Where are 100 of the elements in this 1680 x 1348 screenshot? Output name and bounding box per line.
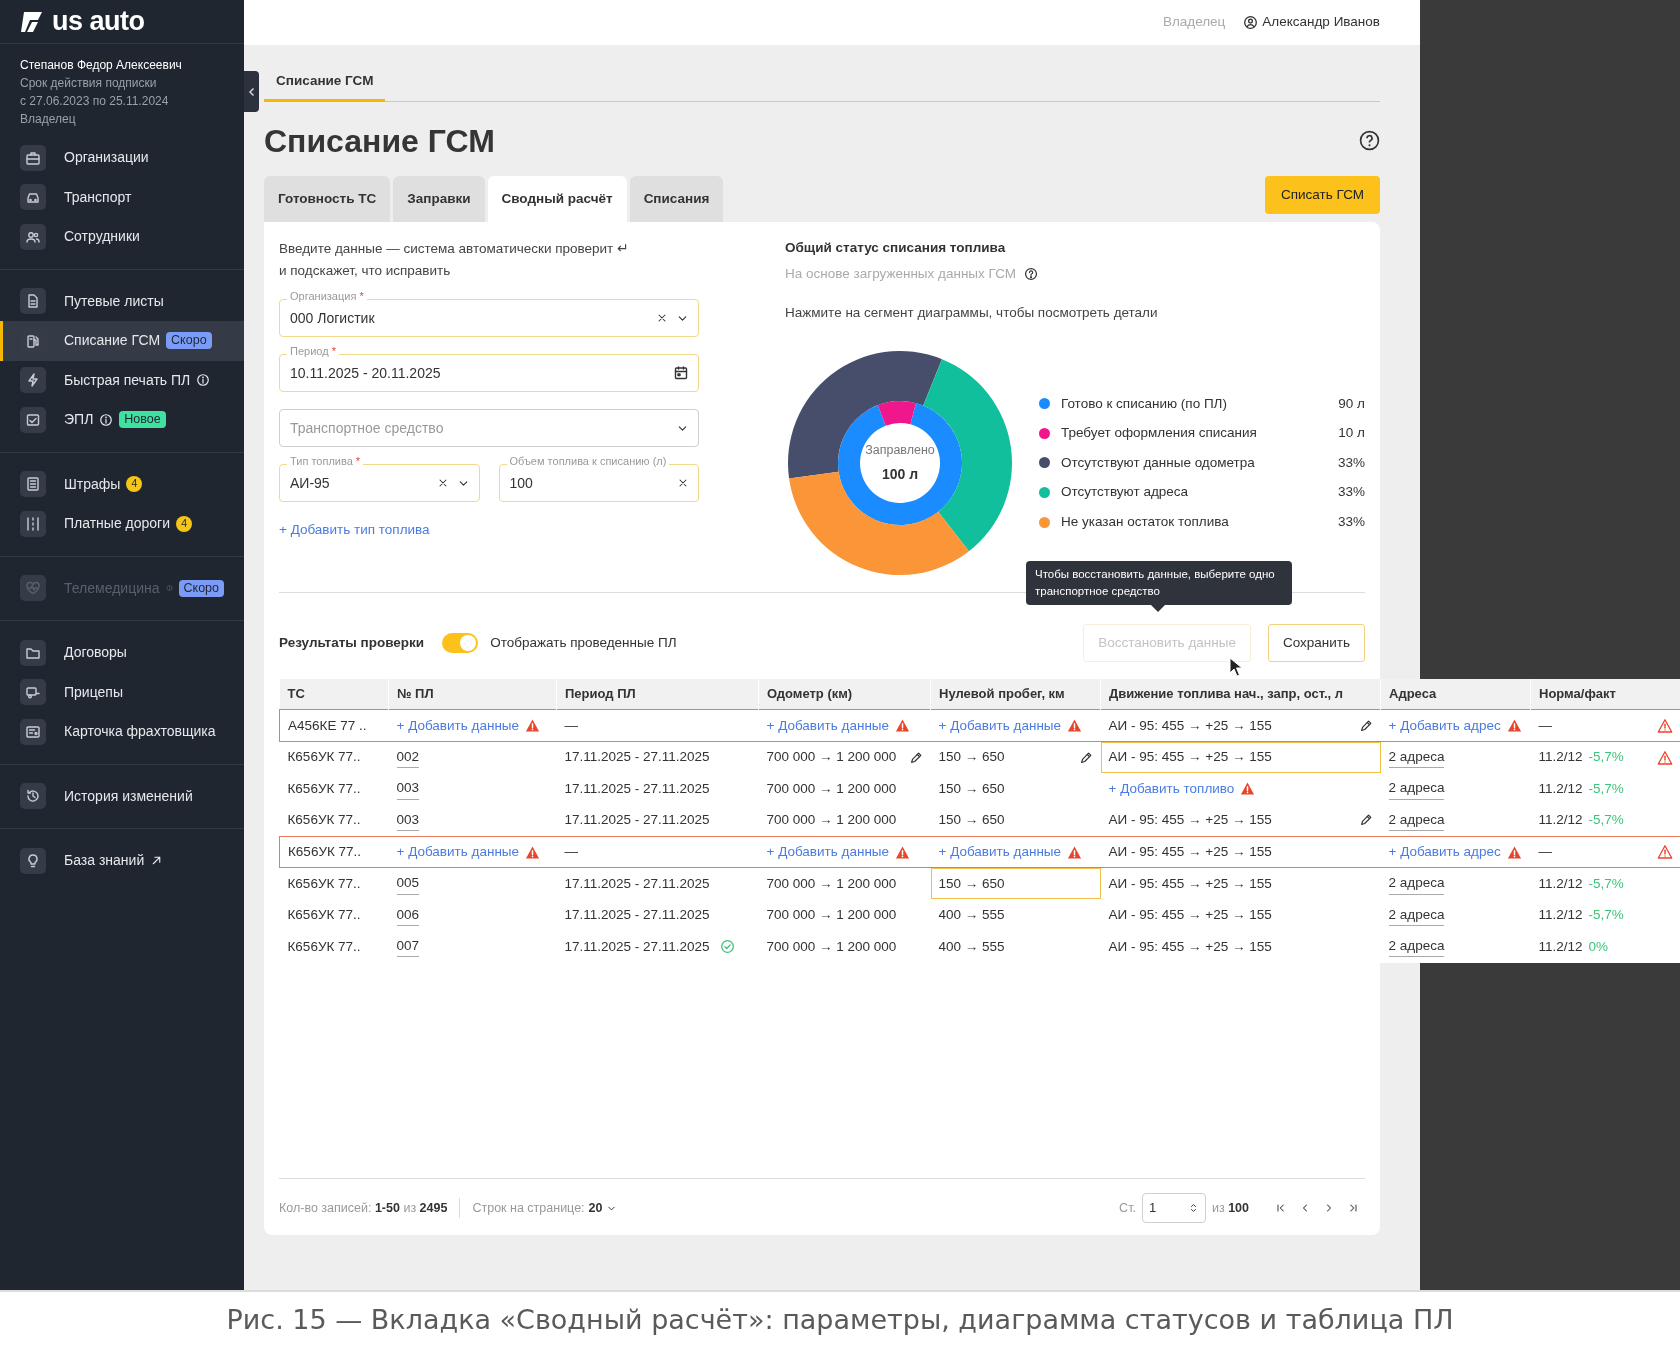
norm-value: 11.2/12 [1538,779,1583,798]
heart-icon [25,580,41,597]
sidebar-item[interactable]: Платные дороги 4 [0,504,244,544]
help-icon[interactable] [1359,130,1380,152]
address-link[interactable]: 2 адреса [1388,904,1445,926]
deviation-value: -5,7% [1588,748,1624,767]
tab[interactable]: Готовность ТС [264,176,391,223]
tab[interactable]: Заправки [393,176,485,223]
checklist-icon [25,411,41,428]
page-size-select[interactable]: 20 [584,1198,618,1218]
sidebar-item[interactable]: Штрафы 4 [0,464,244,504]
write-off-button[interactable]: Списать ГСМ [1264,176,1380,215]
cell-text: К656УК 77.. [288,842,362,861]
deviation-value: -5,7% [1588,811,1624,830]
sidebar-item[interactable]: База знаний [0,841,244,881]
cell-text: 400 → 555 [938,937,1005,956]
legend-label: Не указан остаток топлива [1061,512,1230,531]
donut-segment[interactable] [789,471,969,575]
cell-text: 150 → 650 [938,874,1005,893]
pencil-icon[interactable] [1358,718,1373,733]
add-data-link[interactable]: + Добавить данные [766,841,890,863]
cell-text: 700 000 → 1 200 000 [766,779,897,798]
legend-label: Готово к списанию (по ПЛ) [1061,394,1228,413]
waybill-number-link[interactable]: 002 [396,746,420,769]
waybill-number-link[interactable]: 003 [396,778,420,800]
sidebar-item[interactable]: Быстрая печать ПЛ [0,360,244,400]
add-data-link[interactable]: + Добавить данные [396,715,520,736]
road-icon [25,515,41,532]
legend-value: 33% [1337,453,1365,472]
waybill-number-link[interactable]: 003 [396,809,420,831]
sidebar-item[interactable]: Путевые листы [0,281,244,321]
donut-segment[interactable] [788,350,942,479]
mouse-cursor-icon [1229,656,1243,677]
column-header: Нулевой пробег, км [930,678,1101,710]
cell-text: К656УК 77.. [287,748,361,767]
address-link[interactable]: 2 адреса [1388,778,1445,800]
select-field[interactable]: Транспортное средство [279,409,699,448]
account-name: Степанов Федор Алексеевич [20,57,183,74]
waybill-number-link[interactable]: 007 [396,936,420,958]
sidebar-item[interactable]: Транспорт [0,177,244,217]
records-count: Кол-во записей: 1-50 из 2495 [279,1199,448,1217]
pencil-icon[interactable] [1358,813,1373,828]
tab[interactable]: Сводный расчёт [487,176,627,223]
pencil-icon[interactable] [908,750,923,765]
address-link[interactable]: 2 адреса [1388,873,1445,895]
page-tab[interactable]: Списание ГСМ [264,65,386,103]
account-role: Владелец [20,111,77,128]
sidebar-item[interactable]: Сотрудники [0,217,244,257]
tooltip: Чтобы восстановить данные, выберите одно транспортное средство [1026,560,1292,605]
add-fuel-type-link[interactable]: + Добавить тип топлива [279,522,430,538]
field-label: Объем топлива к списанию (л) [506,455,670,468]
add-data-link[interactable]: + Добавить данные [396,841,520,863]
help-icon[interactable] [1024,266,1039,281]
tooltip-pointer-icon [1150,604,1165,612]
address-link[interactable]: 2 адреса [1388,746,1445,769]
add-data-link[interactable]: + Добавить данные [766,715,890,736]
cell-text: 17.11.2025 - 27.11.2025 [564,874,710,893]
column-header: № ПЛ [388,678,557,710]
column-header: Одометр (км) [758,678,931,710]
cell-text: К656УК 77.. [287,906,361,925]
add-data-link[interactable]: + Добавить данные [938,841,1062,863]
add-data-link[interactable]: + Добавить данные [938,715,1062,736]
add-data-link[interactable]: + Добавить адрес [1388,715,1501,736]
status-tag: Новое [119,411,166,429]
legend-label: Отсутствуют данные одометра [1061,453,1256,472]
save-button[interactable]: Сохранить [1267,623,1365,662]
toggle-switch[interactable] [442,632,479,653]
sidebar-item[interactable]: Организации [0,138,244,178]
sidebar-item[interactable]: Прицепы [0,672,244,712]
sidebar-item[interactable]: Карточка фрахтовщика [0,712,244,752]
pencil-icon[interactable] [1078,750,1093,765]
legend-value: 33% [1337,512,1365,531]
cell-text: АИ - 95: 455 → +25 → 155 [1108,716,1272,735]
cell-text: АИ - 95: 455 → +25 → 155 [1108,937,1272,956]
sidebar-item[interactable]: ЭПЛ Новое [0,400,244,440]
sidebar-item[interactable]: Списание ГСМ Скоро [0,321,244,361]
empty-value: — [1538,716,1552,735]
chart-subtitle: На основе загруженных данных ГСМ [785,264,1017,283]
lightbulb-icon [25,852,41,869]
page-number-field[interactable]: 1 [1141,1193,1206,1223]
user-menu[interactable]: Александр Иванов [1243,12,1380,33]
sidebar-item[interactable]: Договоры [0,633,244,673]
cell-text: АИ - 95: 455 → +25 → 155 [1108,811,1272,830]
waybill-number-link[interactable]: 006 [396,904,420,926]
address-link[interactable]: 2 адреса [1388,936,1445,958]
select-field[interactable]: АИ-95 [279,464,480,503]
cell-text: 150 → 650 [938,779,1005,798]
tab[interactable]: Списания [629,176,724,223]
address-link[interactable]: 2 адреса [1388,809,1445,831]
add-data-link[interactable]: + Добавить топливо [1108,778,1235,799]
subscription-period: с 27.06.2023 по 25.11.2024 [20,93,170,110]
collapse-sidebar-button[interactable] [244,71,259,112]
waybill-number-link[interactable]: 005 [396,873,420,895]
cell-text: 400 → 555 [938,906,1005,925]
add-data-link[interactable]: + Добавить адрес [1388,841,1501,863]
donut-segment[interactable] [877,400,917,426]
calendar-icon[interactable] [673,365,689,382]
chevron-left-icon [247,86,256,97]
sidebar-item[interactable]: История изменений [0,776,244,816]
donut-segment[interactable] [838,403,962,525]
